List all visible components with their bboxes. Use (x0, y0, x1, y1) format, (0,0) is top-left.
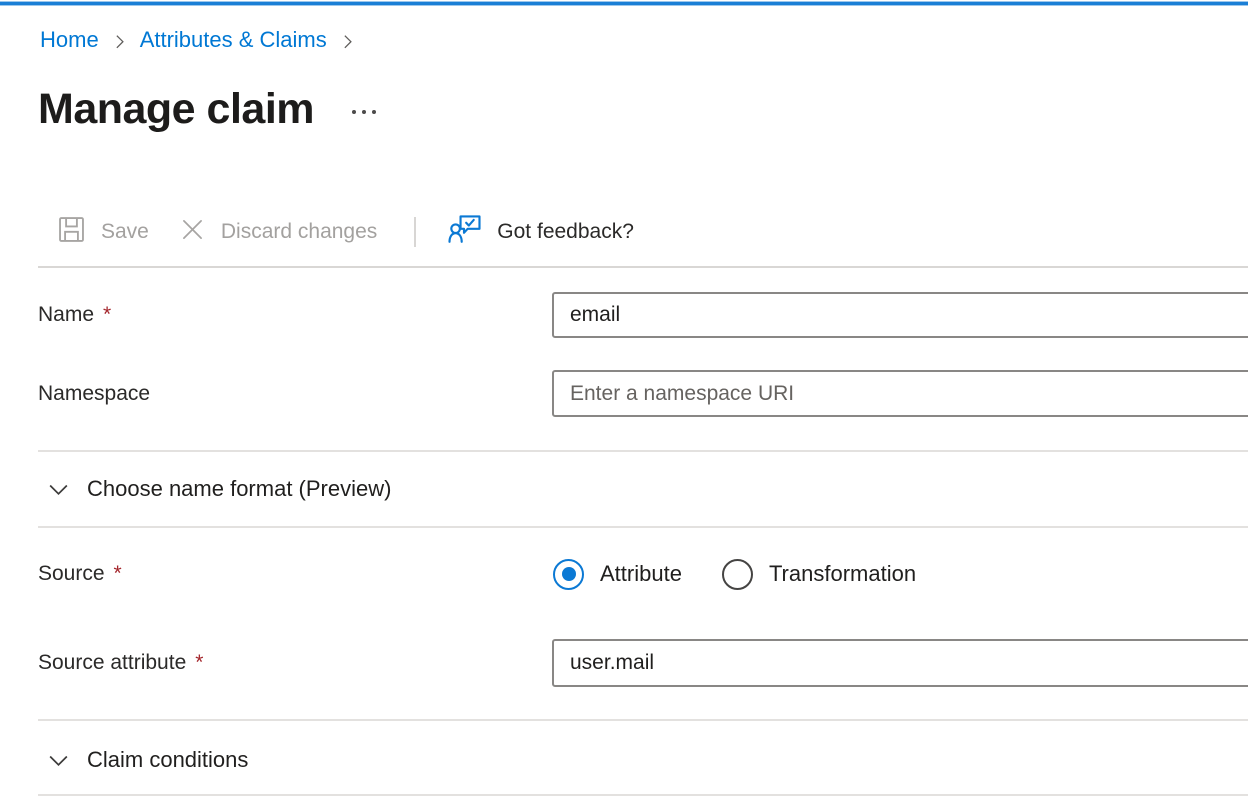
divider (38, 266, 1248, 268)
source-field-label: Source * (38, 556, 122, 592)
chevron-right-icon (339, 33, 356, 50)
source-option-transformation[interactable]: Transformation (722, 559, 916, 590)
toolbar-divider (414, 217, 416, 247)
name-label-text: Name (38, 303, 94, 327)
more-options-button[interactable] (352, 110, 376, 114)
breadcrumb-attributes-claims-link[interactable]: Attributes & Claims (140, 26, 327, 54)
namespace-field-label: Namespace (38, 370, 150, 417)
breadcrumb-home-link[interactable]: Home (40, 26, 99, 54)
source-option-transformation-label: Transformation (769, 561, 916, 587)
source-attribute-field-label: Source attribute * (38, 639, 203, 687)
source-radio-group: Attribute Transformation (553, 556, 916, 592)
breadcrumb: Home Attributes & Claims (40, 26, 356, 54)
source-attribute-label-text: Source attribute (38, 651, 186, 675)
save-icon (58, 216, 85, 249)
required-marker: * (103, 303, 111, 327)
namespace-label-text: Namespace (38, 382, 150, 406)
divider (38, 450, 1248, 452)
save-button[interactable]: Save (58, 216, 149, 249)
command-bar: Save Discard changes Got feedback? (58, 212, 634, 252)
feedback-icon (448, 215, 481, 249)
chevron-down-icon (47, 749, 70, 772)
ellipsis-horizontal-icon (372, 110, 376, 114)
divider (38, 794, 1248, 796)
name-input[interactable] (552, 292, 1248, 338)
source-label-text: Source (38, 562, 105, 586)
section-claim-conditions[interactable]: Claim conditions (38, 737, 1248, 783)
chevron-down-icon (47, 478, 70, 501)
name-field-label: Name * (38, 292, 111, 338)
section-choose-name-format[interactable]: Choose name format (Preview) (38, 466, 1248, 512)
source-attribute-input[interactable] (552, 639, 1248, 687)
source-option-attribute[interactable]: Attribute (553, 559, 682, 590)
divider (38, 719, 1248, 721)
radio-selected-icon[interactable] (553, 559, 584, 590)
divider (38, 526, 1248, 528)
source-option-attribute-label: Attribute (600, 561, 682, 587)
radio-unselected-icon[interactable] (722, 559, 753, 590)
chevron-right-icon (111, 33, 128, 50)
page-title: Manage claim (38, 85, 314, 134)
dismiss-icon (180, 217, 205, 248)
required-marker: * (195, 651, 203, 675)
ellipsis-horizontal-icon (352, 110, 356, 114)
top-accent-bar (0, 1, 1248, 6)
section-claim-conditions-label: Claim conditions (87, 747, 248, 773)
save-button-label: Save (101, 220, 149, 244)
discard-changes-button[interactable]: Discard changes (180, 217, 377, 248)
discard-changes-button-label: Discard changes (221, 220, 377, 244)
got-feedback-button[interactable]: Got feedback? (448, 215, 634, 249)
required-marker: * (114, 562, 122, 586)
section-choose-name-format-label: Choose name format (Preview) (87, 476, 391, 502)
ellipsis-horizontal-icon (362, 110, 366, 114)
namespace-input[interactable] (552, 370, 1248, 417)
got-feedback-button-label: Got feedback? (497, 220, 634, 244)
